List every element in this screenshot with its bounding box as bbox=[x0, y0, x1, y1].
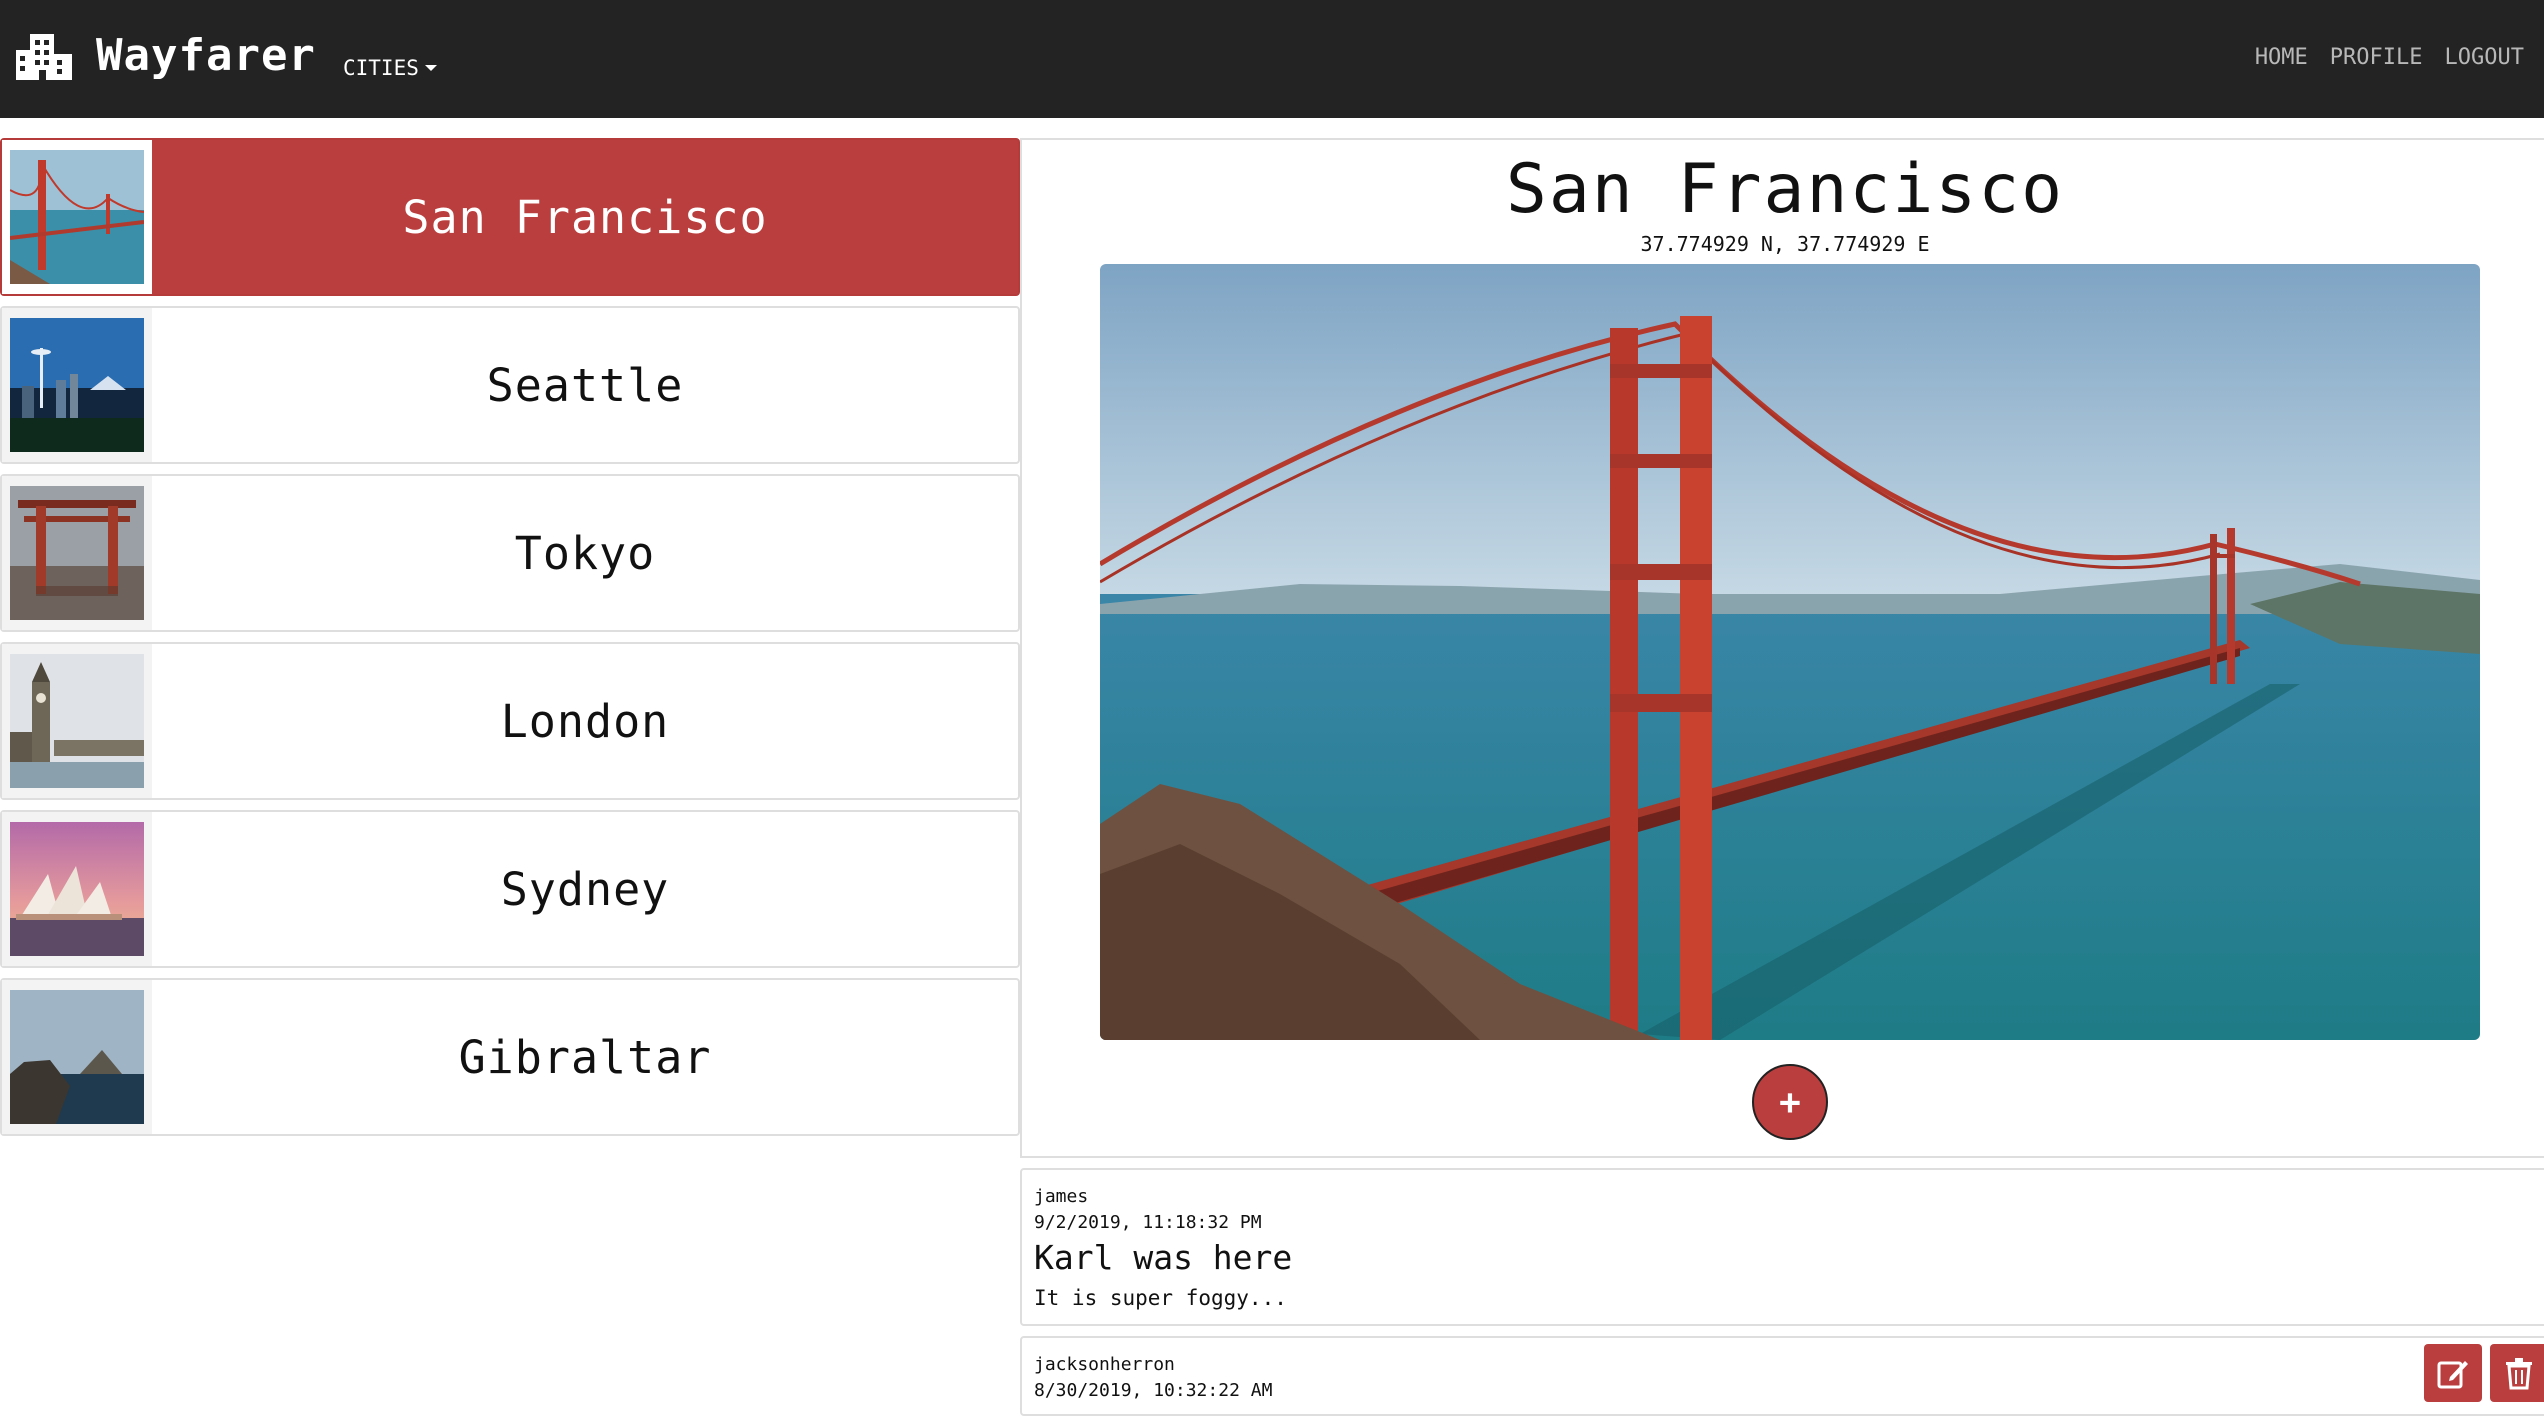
post-date: 9/2/2019, 11:18:32 PM bbox=[1034, 1212, 1262, 1233]
tokyo-thumbnail bbox=[10, 486, 144, 620]
sydney-thumbnail bbox=[10, 822, 144, 956]
city-name-label: Seattle bbox=[486, 358, 684, 412]
city-card-tokyo[interactable]: Tokyo bbox=[0, 474, 1020, 632]
city-detail-panel: San Francisco 37.774929 N, 37.774929 E + bbox=[1020, 138, 2544, 1158]
san-francisco-thumbnail bbox=[10, 150, 144, 284]
post-author[interactable]: jacksonherron bbox=[1034, 1354, 1175, 1375]
city-card-san-francisco[interactable]: San Francisco bbox=[0, 138, 1020, 296]
post-card[interactable]: jacksonherron 8/30/2019, 10:32:22 AM bbox=[1020, 1336, 2544, 1416]
post-body: It is super foggy... bbox=[1034, 1286, 1287, 1310]
city-card-seattle[interactable]: Seattle bbox=[0, 306, 1020, 464]
london-thumbnail bbox=[10, 654, 144, 788]
post-actions bbox=[2424, 1344, 2544, 1402]
city-thumbnail-frame bbox=[2, 980, 152, 1134]
city-thumbnail-frame bbox=[2, 476, 152, 630]
city-thumbnail-frame bbox=[2, 308, 152, 462]
city-coordinates: 37.774929 N, 37.774929 E bbox=[1640, 232, 1930, 256]
gibraltar-thumbnail bbox=[10, 990, 144, 1124]
city-name-label: Sydney bbox=[500, 862, 670, 916]
post-date: 8/30/2019, 10:32:22 AM bbox=[1034, 1380, 1273, 1401]
trash-icon bbox=[2506, 1358, 2532, 1390]
nav-home-link[interactable]: HOME bbox=[2255, 45, 2308, 70]
cities-dropdown-toggle[interactable]: CITIES bbox=[343, 56, 437, 80]
caret-down-icon bbox=[424, 65, 437, 71]
city-name-label: San Francisco bbox=[402, 190, 768, 244]
nav-logout-link[interactable]: LOGOUT bbox=[2445, 45, 2524, 70]
city-card-london[interactable]: London bbox=[0, 642, 1020, 800]
cities-dropdown-label: CITIES bbox=[343, 56, 419, 80]
plus-icon: + bbox=[1779, 1081, 1801, 1123]
edit-post-button[interactable] bbox=[2424, 1344, 2482, 1402]
city-thumbnail-frame bbox=[2, 812, 152, 966]
city-name-label: London bbox=[500, 694, 670, 748]
navbar: Wayfarer CITIES HOME PROFILE LOGOUT bbox=[0, 0, 2544, 118]
brand-name[interactable]: Wayfarer bbox=[96, 30, 316, 81]
city-card-sydney[interactable]: Sydney bbox=[0, 810, 1020, 968]
nav-links: HOME PROFILE LOGOUT bbox=[2255, 45, 2524, 70]
add-post-button[interactable]: + bbox=[1752, 1064, 1828, 1140]
city-name-label: Tokyo bbox=[514, 526, 656, 580]
city-hero-image bbox=[1100, 264, 2480, 1040]
edit-icon bbox=[2437, 1361, 2468, 1389]
nav-profile-link[interactable]: PROFILE bbox=[2330, 45, 2423, 70]
city-title: San Francisco bbox=[1505, 150, 2065, 229]
city-thumbnail-frame bbox=[2, 140, 152, 294]
city-card-gibraltar[interactable]: Gibraltar bbox=[0, 978, 1020, 1136]
delete-post-button[interactable] bbox=[2490, 1344, 2544, 1402]
city-name-label: Gibraltar bbox=[458, 1030, 712, 1084]
post-title[interactable]: Karl was here bbox=[1034, 1238, 1292, 1277]
post-card[interactable]: james 9/2/2019, 11:18:32 PM Karl was her… bbox=[1020, 1168, 2544, 1326]
post-author[interactable]: james bbox=[1034, 1186, 1088, 1207]
seattle-thumbnail bbox=[10, 318, 144, 452]
city-buildings-icon[interactable] bbox=[16, 34, 72, 80]
city-thumbnail-frame bbox=[2, 644, 152, 798]
